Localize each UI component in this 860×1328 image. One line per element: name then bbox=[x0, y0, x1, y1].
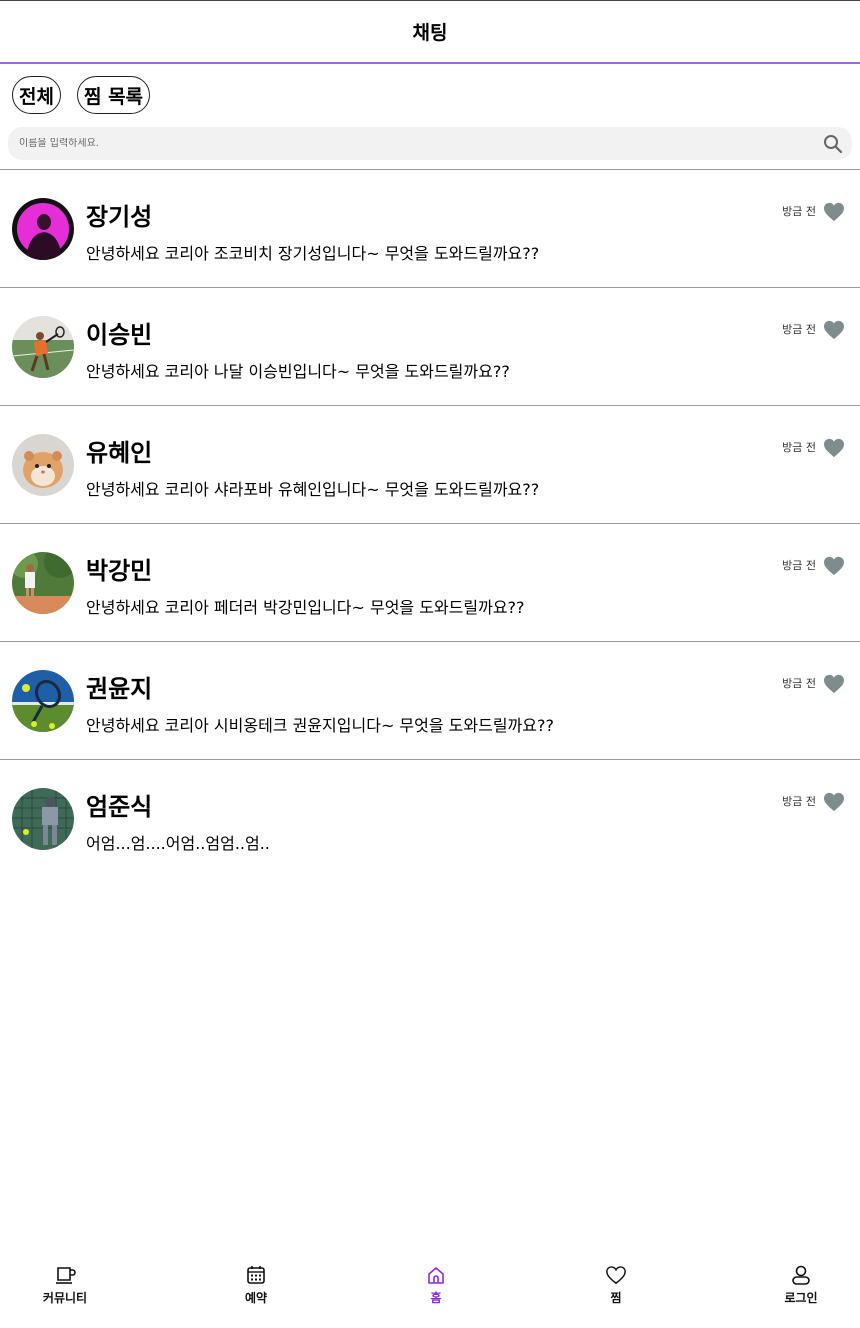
chat-time: 방금 전 bbox=[782, 441, 816, 454]
nav-reservation[interactable]: 예약 bbox=[211, 1264, 301, 1306]
nav-label: 찜 bbox=[610, 1291, 622, 1305]
app-header: 채팅 bbox=[0, 0, 860, 64]
filter-favorites-button[interactable]: 찜 목록 bbox=[76, 76, 151, 114]
chat-list: 장기성 안녕하세요 코리아 조코비치 장기성입니다~ 무엇을 도와드릴까요?? … bbox=[0, 169, 860, 878]
nav-home[interactable]: 홈 bbox=[391, 1264, 481, 1306]
bottom-nav: 커뮤니티 예약 홈 찜 로그인 bbox=[0, 1260, 860, 1328]
search-input[interactable] bbox=[8, 138, 822, 149]
nav-label: 로그인 bbox=[784, 1291, 818, 1305]
heart-icon[interactable] bbox=[823, 438, 845, 458]
chat-name: 이승빈 bbox=[86, 321, 153, 349]
nav-community[interactable]: 커뮤니티 bbox=[20, 1264, 110, 1306]
heart-icon[interactable] bbox=[823, 202, 845, 222]
avatar bbox=[12, 316, 74, 378]
chat-message: 안녕하세요 코리아 시비옹테크 권윤지입니다~ 무엇을 도와드릴까요?? bbox=[86, 716, 554, 735]
chat-item[interactable]: 유혜인 안녕하세요 코리아 샤라포바 유혜인입니다~ 무엇을 도와드릴까요?? … bbox=[0, 406, 860, 524]
chat-time: 방금 전 bbox=[782, 205, 816, 218]
chat-name: 권윤지 bbox=[86, 675, 153, 703]
chat-name: 장기성 bbox=[86, 203, 153, 231]
filter-tabs: 전체 찜 목록 bbox=[12, 76, 151, 114]
chat-item[interactable]: 박강민 안녕하세요 코리아 페더러 박강민입니다~ 무엇을 도와드릴까요?? 방… bbox=[0, 524, 860, 642]
chat-name: 박강민 bbox=[86, 557, 153, 585]
avatar bbox=[12, 788, 74, 850]
heart-icon[interactable] bbox=[823, 792, 845, 812]
heart-icon[interactable] bbox=[823, 556, 845, 576]
search-bar bbox=[8, 127, 852, 160]
chat-time: 방금 전 bbox=[782, 677, 816, 690]
cup-icon bbox=[56, 1267, 76, 1284]
nav-favorites[interactable]: 찜 bbox=[571, 1264, 661, 1306]
chat-name: 엄준식 bbox=[86, 793, 153, 821]
chat-time: 방금 전 bbox=[782, 323, 816, 336]
avatar bbox=[12, 552, 74, 614]
home-icon bbox=[428, 1267, 444, 1284]
page-title: 채팅 bbox=[412, 22, 448, 44]
chat-time: 방금 전 bbox=[782, 795, 816, 808]
chat-message: 안녕하세요 코리아 샤라포바 유혜인입니다~ 무엇을 도와드릴까요?? bbox=[86, 480, 540, 499]
calendar-icon bbox=[247, 1266, 265, 1284]
filter-all-button[interactable]: 전체 bbox=[12, 76, 61, 114]
avatar bbox=[12, 434, 74, 496]
heart-icon bbox=[606, 1266, 626, 1285]
user-icon bbox=[792, 1265, 810, 1285]
nav-login[interactable]: 로그인 bbox=[756, 1264, 846, 1306]
chat-item[interactable]: 장기성 안녕하세요 코리아 조코비치 장기성입니다~ 무엇을 도와드릴까요?? … bbox=[0, 170, 860, 288]
search-icon[interactable] bbox=[822, 133, 844, 155]
chat-item[interactable]: 권윤지 안녕하세요 코리아 시비옹테크 권윤지입니다~ 무엇을 도와드릴까요??… bbox=[0, 642, 860, 760]
chat-time: 방금 전 bbox=[782, 559, 816, 572]
chat-item[interactable]: 이승빈 안녕하세요 코리아 나달 이승빈입니다~ 무엇을 도와드릴까요?? 방금… bbox=[0, 288, 860, 406]
chat-message: 안녕하세요 코리아 페더러 박강민입니다~ 무엇을 도와드릴까요?? bbox=[86, 598, 525, 617]
avatar bbox=[12, 670, 74, 732]
nav-label: 커뮤니티 bbox=[42, 1291, 88, 1305]
nav-label: 홈 bbox=[430, 1291, 442, 1305]
heart-icon[interactable] bbox=[823, 674, 845, 694]
chat-message: 안녕하세요 코리아 나달 이승빈입니다~ 무엇을 도와드릴까요?? bbox=[86, 362, 510, 381]
chat-message: 안녕하세요 코리아 조코비치 장기성입니다~ 무엇을 도와드릴까요?? bbox=[86, 244, 540, 263]
chat-message: 어엄...엄....어엄..엄엄..엄.. bbox=[86, 834, 270, 853]
nav-label: 예약 bbox=[244, 1291, 268, 1305]
avatar bbox=[12, 198, 74, 260]
heart-icon[interactable] bbox=[823, 320, 845, 340]
chat-item[interactable]: 엄준식 어엄...엄....어엄..엄엄..엄.. 방금 전 bbox=[0, 760, 860, 878]
chat-name: 유혜인 bbox=[86, 439, 153, 467]
